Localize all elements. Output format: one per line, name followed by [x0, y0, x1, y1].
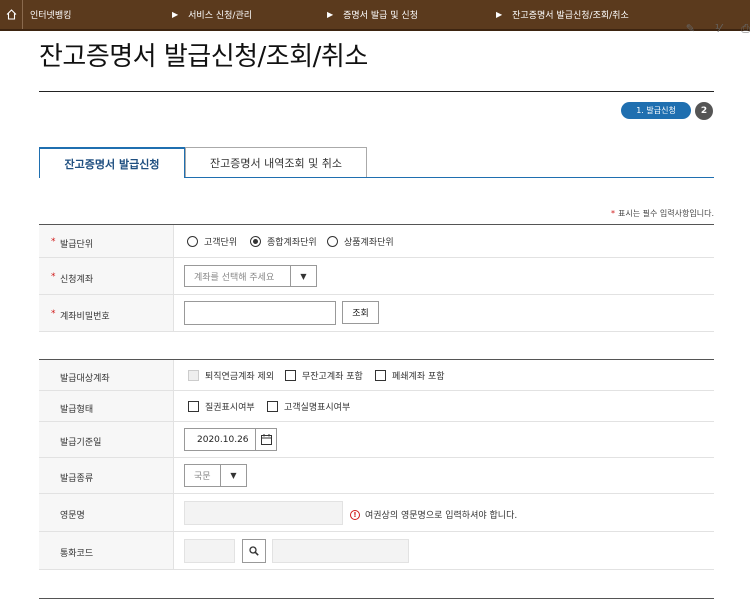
checkbox-label: 퇴직연금계좌 제외	[205, 372, 275, 382]
inquiry-button[interactable]: 조회	[342, 301, 379, 324]
nav-item-service[interactable]: ▶ 서비스 신청/관리	[172, 0, 252, 29]
chevron-right-icon: ▶	[327, 10, 334, 19]
english-name-field[interactable]	[184, 501, 343, 525]
chevron-right-icon: ▶	[496, 10, 503, 19]
required-star-icon: *	[51, 237, 56, 247]
label-issue-unit: * 발급단위	[51, 237, 94, 250]
chevron-down-icon[interactable]: ▼	[220, 465, 246, 486]
chevron-down-icon[interactable]: ▼	[290, 266, 316, 286]
checkbox-icon	[267, 401, 278, 412]
select-value: 국문	[194, 472, 211, 482]
search-icon	[249, 546, 259, 556]
calendar-icon[interactable]	[255, 429, 276, 450]
checkbox-icon	[188, 401, 199, 412]
row-base-date: 발급기준일 2020.10.26	[39, 422, 714, 458]
nav-item-balance-cert[interactable]: ▶ 잔고증명서 발급신청/조회/취소	[496, 0, 629, 29]
nav-label: 잔고증명서 발급신청/조회/취소	[512, 11, 629, 21]
row-english-name: 영문명 ! 여권상의 영문명으로 입력하셔야 합니다.	[39, 494, 714, 532]
checkbox-label: 고객실명표시여부	[284, 403, 351, 413]
radio-dot	[253, 239, 258, 244]
account-select[interactable]: 계좌를 선택해 주세요 ▼	[184, 265, 317, 287]
password-field[interactable]	[184, 301, 336, 325]
divider	[39, 598, 714, 599]
label-text: 계좌비밀번호	[60, 312, 110, 322]
row-password: * 계좌비밀번호 조회	[39, 295, 714, 332]
required-note: * 표시는 필수 입력사항입니다.	[611, 208, 714, 219]
radio-label: 상품계좌단위	[344, 238, 394, 248]
tab-issue-request[interactable]: 잔고증명서 발급신청	[39, 147, 185, 178]
row-issue-type: 발급형태 질권표시여부 고객실명표시여부	[39, 391, 714, 422]
date-value: 2020.10.26	[197, 434, 249, 445]
tab-underline	[185, 177, 714, 178]
english-name-warning: ! 여권상의 영문명으로 입력하셔야 합니다.	[350, 508, 517, 521]
checkbox-icon	[285, 370, 296, 381]
edit-icon[interactable]: ✎	[686, 22, 695, 36]
label-currency-code: 통화코드	[60, 549, 94, 559]
radio-label: 고객단위	[204, 238, 238, 248]
row-currency-code: 통화코드	[39, 532, 714, 570]
tab-history-cancel[interactable]: 잔고증명서 내역조회 및 취소	[185, 147, 367, 178]
page-title: 잔고증명서 발급신청/조회/취소	[39, 42, 368, 72]
divider	[39, 91, 714, 92]
label-password: * 계좌비밀번호	[51, 309, 110, 322]
top-navigation-bar: 인터넷뱅킹 ▶ 서비스 신청/관리 ▶ 증명서 발급 및 신청 ▶ 잔고증명서 …	[0, 0, 750, 31]
label-account: * 신청계좌	[51, 272, 94, 285]
warning-icon: !	[350, 509, 360, 520]
radio-total-account-unit[interactable]: 종합계좌단위	[250, 235, 317, 248]
font-size-icon[interactable]: ⅟	[715, 22, 721, 36]
checkbox-include-closed[interactable]: 폐쇄계좌 포함	[375, 369, 445, 382]
radio-checked-icon	[250, 236, 261, 247]
nav-item-certificate[interactable]: ▶ 증명서 발급 및 신청	[327, 0, 418, 29]
currency-code-field[interactable]	[184, 539, 235, 563]
required-star-icon: *	[611, 209, 616, 218]
row-target-account: 발급대상계좌 퇴직연금계좌 제외 무잔고계좌 포함 폐쇄계좌 포함	[39, 360, 714, 391]
row-account: * 신청계좌 계좌를 선택해 주세요 ▼	[39, 258, 714, 295]
required-star-icon: *	[51, 272, 56, 282]
label-issue-type: 발급형태	[60, 405, 94, 415]
base-date-field[interactable]: 2020.10.26	[184, 428, 277, 451]
step-2-badge: 2	[695, 102, 713, 120]
radio-product-account-unit[interactable]: 상품계좌단위	[327, 235, 394, 248]
row-issue-kind: 발급종류 국문 ▼	[39, 458, 714, 494]
checkbox-label: 무잔고계좌 포함	[302, 372, 363, 382]
radio-customer-unit[interactable]: 고객단위	[187, 235, 237, 248]
search-button[interactable]	[242, 539, 266, 563]
checkbox-real-name[interactable]: 고객실명표시여부	[267, 400, 350, 413]
label-text: 발급단위	[60, 240, 94, 250]
page-tools: ✎ ⅟ ⎙	[686, 22, 750, 36]
row-issue-unit: * 발급단위 고객단위 종합계좌단위 상품계좌단위	[39, 225, 714, 258]
print-icon[interactable]: ⎙	[741, 22, 750, 36]
checkbox-pledge[interactable]: 질권표시여부	[188, 400, 255, 413]
radio-circle-icon	[327, 236, 338, 247]
checkbox-label: 질권표시여부	[205, 403, 255, 413]
label-text: 신청계좌	[60, 275, 94, 285]
label-base-date: 발급기준일	[60, 438, 102, 448]
checkbox-include-zero-balance[interactable]: 무잔고계좌 포함	[285, 369, 363, 382]
nav-label: 서비스 신청/관리	[188, 11, 253, 21]
currency-name-field	[272, 539, 409, 563]
select-placeholder: 계좌를 선택해 주세요	[194, 272, 275, 283]
radio-circle-icon	[187, 236, 198, 247]
step-1-badge: 1. 발급신청	[621, 102, 691, 119]
nav-item-internet-banking[interactable]: 인터넷뱅킹	[30, 0, 71, 29]
checkbox-label: 폐쇄계좌 포함	[392, 372, 445, 382]
required-star-icon: *	[51, 309, 56, 319]
chevron-right-icon: ▶	[172, 10, 179, 19]
label-target-account: 발급대상계좌	[60, 374, 110, 384]
checkbox-icon	[375, 370, 386, 381]
nav-label: 인터넷뱅킹	[30, 11, 72, 21]
label-issue-kind: 발급종류	[60, 474, 94, 484]
checkbox-icon	[188, 370, 199, 381]
radio-label: 종합계좌단위	[267, 238, 317, 248]
checkbox-exclude-pension[interactable]: 퇴직연금계좌 제외	[188, 369, 274, 382]
label-english-name: 영문명	[60, 511, 85, 521]
required-note-text: 표시는 필수 입력사항입니다.	[618, 209, 714, 218]
issue-kind-select[interactable]: 국문 ▼	[184, 464, 247, 487]
warning-text: 여권상의 영문명으로 입력하셔야 합니다.	[365, 511, 518, 521]
home-icon[interactable]	[0, 0, 23, 29]
nav-label: 증명서 발급 및 신청	[343, 11, 418, 21]
